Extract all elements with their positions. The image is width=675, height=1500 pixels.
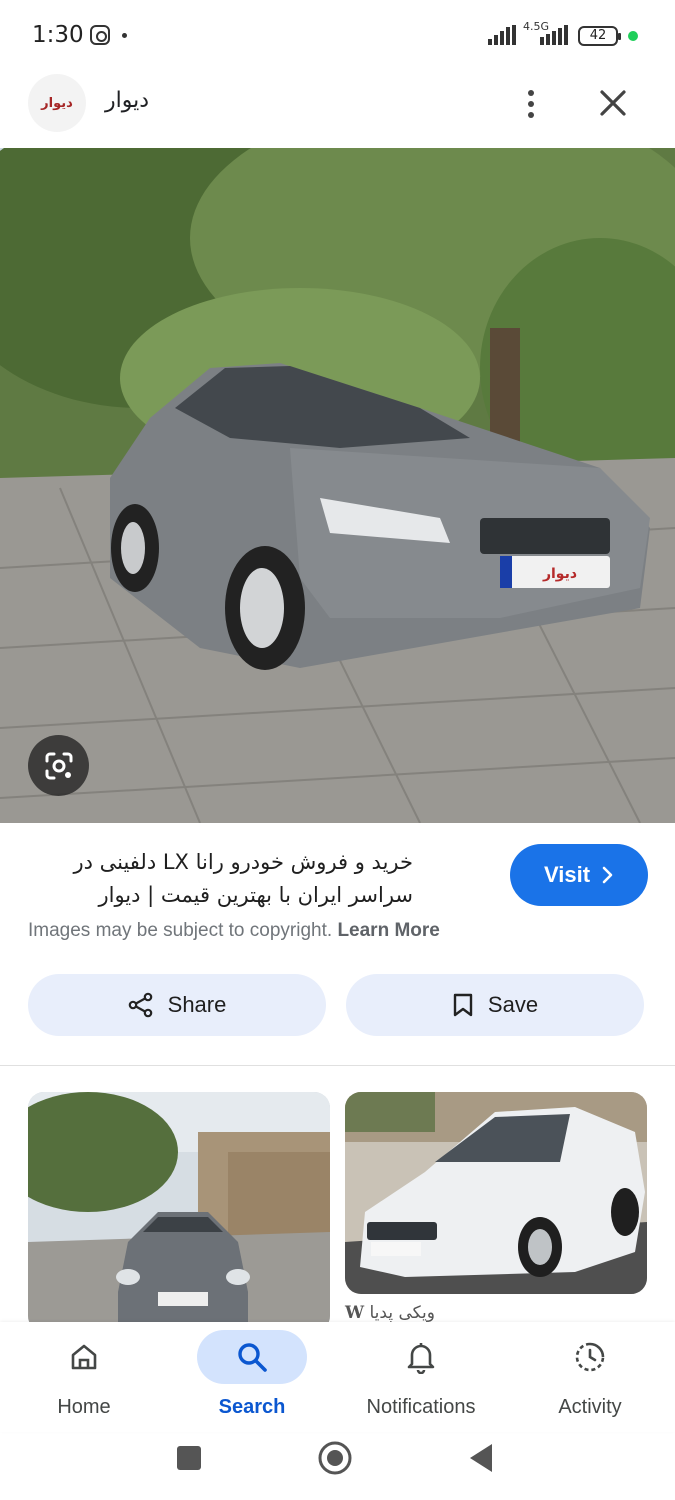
bottom-navigation: Home Search Notifications Activity: [0, 1322, 675, 1432]
signal-icon: [488, 25, 516, 45]
share-label: Share: [167, 992, 227, 1017]
nav-search-label: Search: [218, 1396, 286, 1418]
wikipedia-icon: W: [345, 1303, 365, 1323]
save-label: Save: [487, 992, 539, 1017]
notification-dot-icon: [122, 33, 127, 38]
bookmark-icon: [453, 993, 473, 1017]
nav-search[interactable]: Search: [168, 1322, 336, 1432]
status-time: 1:30: [32, 22, 84, 48]
nav-activity[interactable]: Activity: [506, 1322, 674, 1432]
header: دیوار دیوار: [0, 72, 675, 148]
copyright-notice: Images may be subject to copyright. Lear…: [28, 920, 440, 942]
visit-button[interactable]: Visit: [510, 844, 648, 906]
result-title[interactable]: خرید و فروش خودرو رانا LX دلفینی در سراس…: [23, 846, 413, 912]
status-bar: 1:30 4.5G 42: [0, 0, 675, 72]
google-lens-button[interactable]: [28, 735, 89, 796]
related-image-2[interactable]: [345, 1092, 647, 1294]
divider: [0, 1065, 675, 1066]
recents-icon[interactable]: [177, 1446, 201, 1470]
nav-activity-label: Activity: [558, 1396, 622, 1418]
related-image-1[interactable]: [28, 1092, 330, 1332]
learn-more-link[interactable]: Learn More: [337, 920, 439, 941]
nav-notifications-label: Notifications: [366, 1396, 476, 1418]
activity-icon: [575, 1342, 605, 1372]
nav-home-label: Home: [57, 1396, 111, 1418]
main-image[interactable]: دیوار: [0, 148, 675, 823]
chevron-right-icon: [602, 866, 613, 884]
back-icon[interactable]: [470, 1444, 492, 1472]
share-button[interactable]: Share: [28, 974, 326, 1036]
lens-icon: [45, 752, 72, 779]
instagram-icon: [90, 25, 110, 45]
nav-notifications[interactable]: Notifications: [337, 1322, 505, 1432]
search-icon: [238, 1343, 267, 1372]
plate-logo-text: دیوار: [542, 566, 577, 582]
system-navigation: [177, 1441, 492, 1475]
car-photo: دیوار: [0, 148, 675, 823]
copyright-text: Images may be subject to copyright.: [28, 920, 333, 941]
site-name: دیوار: [105, 88, 150, 113]
close-icon[interactable]: [596, 86, 630, 120]
visit-label: Visit: [543, 862, 591, 887]
signal-2-icon: [540, 25, 568, 45]
related-source-name: ویکی پدیا: [369, 1303, 435, 1323]
save-button[interactable]: Save: [346, 974, 644, 1036]
bell-icon: [407, 1343, 435, 1374]
nav-home[interactable]: Home: [0, 1322, 168, 1432]
more-vert-icon[interactable]: [516, 86, 546, 122]
related-source-2[interactable]: W ویکی پدیا: [345, 1303, 435, 1323]
site-logo: دیوار: [28, 74, 86, 132]
site-logo-text: دیوار: [41, 95, 73, 111]
share-icon: [128, 992, 152, 1018]
privacy-indicator: [628, 31, 638, 41]
battery-icon: 42: [578, 26, 621, 46]
home-icon: [71, 1344, 97, 1370]
